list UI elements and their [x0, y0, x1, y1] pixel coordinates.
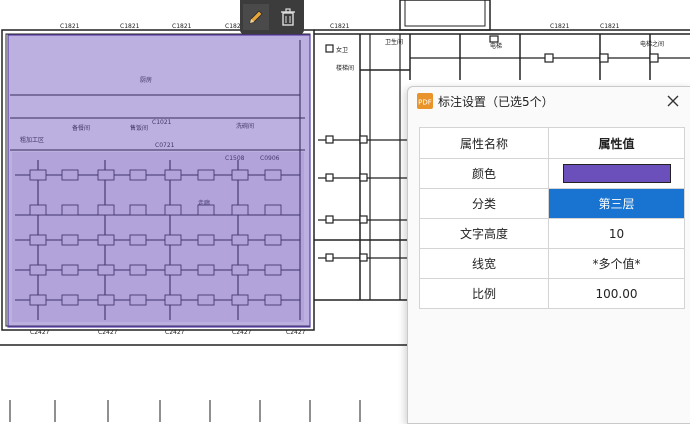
dialog-titlebar[interactable]: PDF 标注设置（已选5个） [408, 87, 690, 115]
window-label: C2427 [165, 329, 185, 336]
property-row-scale[interactable]: 比例 100.00 [419, 278, 685, 309]
room-label-wc: 女卫 [336, 46, 348, 54]
annotation-toolstrip [240, 0, 304, 34]
delete-button[interactable] [275, 4, 301, 30]
color-value-cell[interactable] [548, 158, 685, 189]
room-label-right: 电梯之间 [640, 40, 664, 48]
pdf-app-icon: PDF [417, 93, 433, 109]
category-value-cell[interactable]: 第三层 [548, 188, 685, 219]
property-row-category[interactable]: 分类 第三层 [419, 188, 685, 219]
property-name: 分类 [419, 188, 549, 219]
property-grid: 属性名称 属性值 颜色 分类 第三层 文字高度 10 线宽 *多个值* 比例 1… [419, 127, 685, 309]
scale-value-cell[interactable]: 100.00 [548, 278, 685, 309]
window-label: C1821 [60, 23, 80, 30]
property-grid-header: 属性名称 属性值 [419, 127, 685, 159]
window-label: C2427 [232, 329, 252, 336]
window-label: C1821 [120, 23, 140, 30]
property-name: 文字高度 [419, 218, 549, 249]
trash-icon [281, 8, 295, 26]
room-label-sanitary: 卫生间 [385, 38, 403, 46]
edit-button[interactable] [243, 4, 269, 30]
window-label: C2427 [30, 329, 50, 336]
window-label: C1821 [172, 23, 192, 30]
line-width-value-cell[interactable]: *多个值* [548, 248, 685, 279]
window-label: C1821 [550, 23, 570, 30]
close-button[interactable] [663, 91, 683, 111]
text-height-value-cell[interactable]: 10 [548, 218, 685, 249]
window-label: C1821 [330, 23, 350, 30]
property-name: 线宽 [419, 248, 549, 279]
pencil-icon [249, 10, 263, 24]
room-label-elevator: 电梯 [490, 42, 502, 50]
annotation-settings-dialog: PDF 标注设置（已选5个） 属性名称 属性值 颜色 分类 第三层 文字高度 1… [407, 86, 690, 424]
color-swatch[interactable] [562, 164, 671, 183]
window-label: C2427 [98, 329, 118, 336]
property-row-color[interactable]: 颜色 [419, 158, 685, 189]
property-name: 颜色 [419, 158, 549, 189]
close-icon [667, 95, 679, 107]
header-name: 属性名称 [419, 127, 549, 159]
room-label-stair: 楼梯间 [336, 64, 354, 72]
property-row-line-width[interactable]: 线宽 *多个值* [419, 248, 685, 279]
svg-text:PDF: PDF [418, 99, 432, 107]
property-name: 比例 [419, 278, 549, 309]
selection-overlay-inner [12, 152, 304, 322]
property-row-text-height[interactable]: 文字高度 10 [419, 218, 685, 249]
header-value: 属性值 [548, 127, 685, 159]
window-label: C1821 [600, 23, 620, 30]
dialog-title: 标注设置（已选5个） [438, 95, 554, 109]
window-label: C2427 [286, 329, 306, 336]
